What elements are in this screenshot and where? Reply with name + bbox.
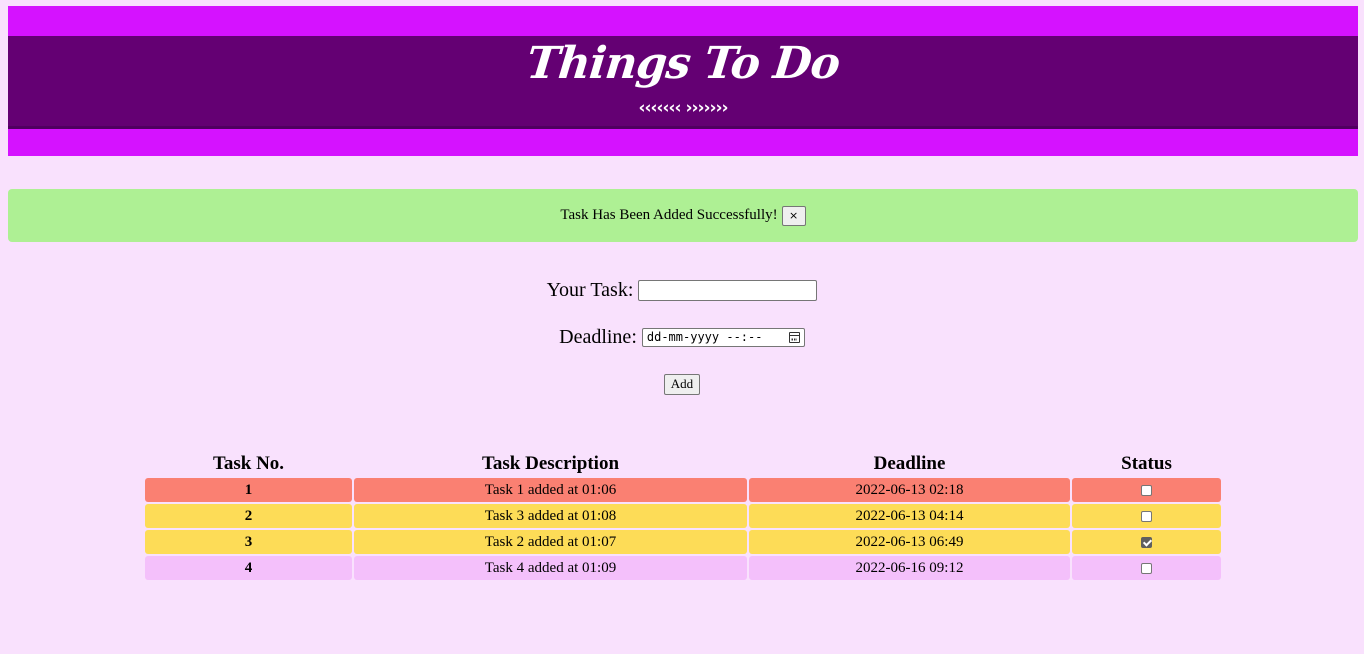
task-deadline: 2022-06-13 06:49 (749, 530, 1070, 554)
task-number: 2 (145, 504, 352, 528)
deadline-form-row: Deadline: dd-mm-yyyy --:-- (0, 324, 1364, 350)
header-deadline: Deadline (873, 453, 946, 474)
alert-close-button[interactable]: × (781, 205, 806, 226)
add-form-row: Add (0, 373, 1364, 395)
table-row: 4 Task 4 added at 01:09 2022-06-16 09:12 (145, 556, 1221, 580)
app-title: Things To Do (524, 38, 842, 89)
status-checkbox[interactable] (1141, 562, 1152, 574)
task-deadline: 2022-06-16 09:12 (749, 556, 1070, 580)
header-task-no: Task No. (212, 453, 285, 474)
status-checkbox[interactable] (1141, 536, 1152, 548)
task-description: Task 1 added at 01:06 (354, 478, 747, 502)
task-description: Task 3 added at 01:08 (354, 504, 747, 528)
task-table: Task No. Task Description Deadline Statu… (143, 450, 1223, 582)
task-status (1072, 478, 1221, 502)
table-row: 3 Task 2 added at 01:07 2022-06-13 06:49 (145, 530, 1221, 554)
task-number: 1 (145, 478, 352, 502)
header-arrows-decoration: ‹‹‹‹‹‹‹ ››››››› (638, 98, 728, 118)
alert-message: Task Has Been Added Successfully! (560, 207, 778, 223)
task-status (1072, 504, 1221, 528)
deadline-placeholder: dd-mm-yyyy --:-- (646, 330, 763, 344)
calendar-icon[interactable] (788, 331, 800, 343)
task-description: Task 4 added at 01:09 (354, 556, 747, 580)
success-alert: Task Has Been Added Successfully! × (8, 189, 1358, 242)
deadline-label: Deadline: (559, 325, 637, 348)
task-status (1072, 530, 1221, 554)
table-row: 2 Task 3 added at 01:08 2022-06-13 04:14 (145, 504, 1221, 528)
task-description: Task 2 added at 01:07 (354, 530, 747, 554)
task-deadline: 2022-06-13 04:14 (749, 504, 1070, 528)
header-task-description: Task Description (481, 453, 620, 474)
table-header-row: Task No. Task Description Deadline Statu… (145, 452, 1221, 476)
task-label: Your Task: (546, 278, 634, 301)
status-checkbox[interactable] (1141, 510, 1152, 522)
task-form-row: Your Task: (0, 277, 1364, 303)
table-row: 1 Task 1 added at 01:06 2022-06-13 02:18 (145, 478, 1221, 502)
header-band: Things To Do ‹‹‹‹‹‹‹ ››››››› (8, 36, 1358, 129)
task-status (1072, 556, 1221, 580)
task-input[interactable] (638, 279, 818, 301)
task-deadline: 2022-06-13 02:18 (749, 478, 1070, 502)
task-number: 3 (145, 530, 352, 554)
header-banner: Things To Do ‹‹‹‹‹‹‹ ››››››› (8, 6, 1358, 156)
header-status: Status (1121, 453, 1172, 474)
add-task-button[interactable]: Add (663, 373, 701, 395)
task-number: 4 (145, 556, 352, 580)
deadline-input[interactable]: dd-mm-yyyy --:-- (641, 327, 805, 347)
status-checkbox[interactable] (1141, 484, 1152, 496)
